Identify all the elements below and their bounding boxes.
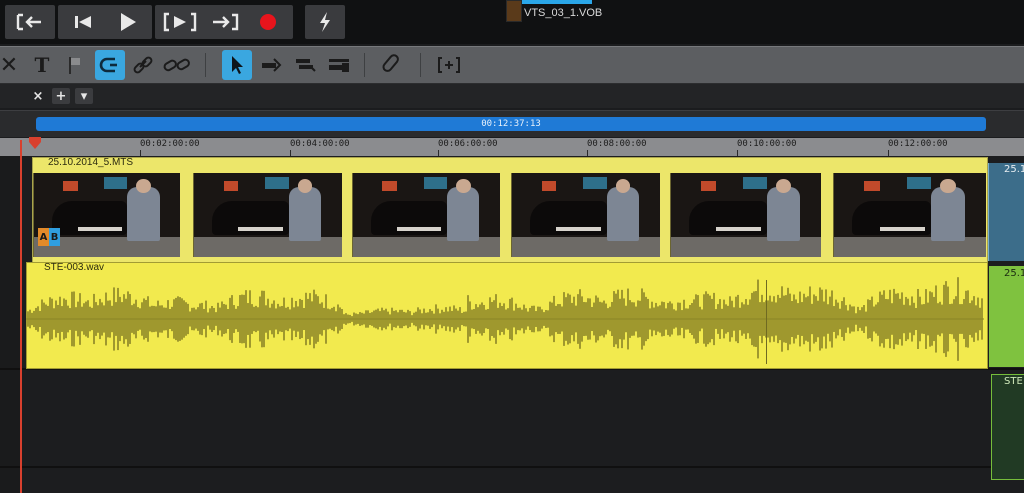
ruler-label: 00:10:00:00 (737, 139, 797, 149)
file-progress-bar (522, 0, 592, 4)
unlink-icon (163, 58, 190, 72)
lightning-icon (320, 12, 330, 32)
paperclip-icon (382, 54, 399, 72)
plus-icon: + (55, 88, 67, 104)
title-tool-button[interactable]: T (27, 50, 57, 80)
ripple-icon (99, 57, 117, 73)
slip-tool-button[interactable] (324, 50, 354, 80)
cursor-arrow-icon (232, 56, 243, 74)
close-icon: ✕ (0, 52, 19, 78)
razor-icon (296, 59, 316, 72)
ruler-label: 00:06:00:00 (438, 139, 498, 149)
play-range-icon (163, 12, 197, 32)
slip-icon (329, 59, 349, 72)
delete-tool-button[interactable]: ✕ (0, 50, 24, 80)
track-divider (0, 466, 1024, 468)
next-video-clip[interactable] (988, 163, 1024, 261)
audio-waveform (26, 277, 984, 361)
playhead-line[interactable] (20, 140, 22, 493)
playhead-handle-icon[interactable] (28, 136, 42, 150)
play-range-button[interactable] (155, 5, 205, 39)
toolbar-divider (205, 53, 206, 77)
skip-back-icon (75, 16, 91, 28)
next-audio-clip-2[interactable] (991, 374, 1024, 480)
play-button[interactable] (102, 5, 152, 39)
track-header-column (0, 156, 22, 493)
ruler-label: 00:02:00:00 (140, 139, 200, 149)
unlink-tool-button[interactable] (160, 50, 194, 80)
badge-b: B (49, 228, 60, 246)
marker-tool-button[interactable] (60, 50, 90, 80)
ab-badge: A B (38, 228, 60, 246)
trim-tool-button[interactable] (256, 50, 286, 80)
video-thumbnail (670, 173, 821, 257)
go-to-end-icon (213, 13, 239, 31)
ruler-label: 00:08:00:00 (587, 139, 647, 149)
video-clip-name: 25.10.2014_5.MTS (48, 157, 134, 168)
add-marker-tool-button[interactable] (434, 50, 464, 80)
flag-icon (69, 57, 80, 74)
tab-menu-button[interactable]: ▾ (75, 88, 93, 104)
link-icon (133, 56, 153, 74)
ruler-label: 00:04:00:00 (290, 139, 350, 149)
previous-marker-button[interactable] (58, 5, 108, 39)
link-tool-button[interactable] (128, 50, 158, 80)
trim-icon (262, 58, 282, 72)
close-tab-button[interactable]: × (30, 88, 46, 104)
render-button[interactable] (305, 5, 345, 39)
select-tool-button[interactable] (222, 50, 252, 80)
close-icon: × (32, 88, 44, 104)
range-duration: 00:12:37:13 (481, 119, 541, 129)
toolbar-divider (420, 53, 421, 77)
video-thumbnail (511, 173, 660, 257)
next-video-clip-name: 25.1 (1004, 164, 1024, 175)
badge-a: A (38, 228, 49, 246)
video-thumbnail (193, 173, 342, 257)
current-file-name: VTS_03_1.VOB (524, 7, 603, 19)
film-thumbnail-icon (506, 0, 522, 22)
video-thumbnail (352, 173, 500, 257)
chevron-down-icon: ▾ (80, 88, 88, 104)
tool-bar: ✕ T (0, 46, 1024, 84)
video-thumbnail (833, 173, 986, 257)
go-to-start-icon (16, 13, 41, 31)
toolbar-divider (364, 53, 365, 77)
go-to-start-button[interactable] (5, 5, 55, 39)
record-icon (260, 14, 276, 30)
next-audio-clip-name: 25.1 (1004, 268, 1024, 279)
ripple-tool-button[interactable] (95, 50, 125, 80)
add-marker-icon (438, 57, 460, 73)
add-tab-button[interactable]: + (52, 88, 70, 104)
record-button[interactable] (243, 5, 293, 39)
attach-tool-button[interactable] (378, 50, 408, 80)
play-icon (121, 13, 136, 31)
audio-marker-line (766, 280, 767, 364)
razor-tool-button[interactable] (290, 50, 320, 80)
text-icon: T (34, 53, 50, 77)
next-audio-clip[interactable] (989, 266, 1024, 367)
next-audio-clip-2-name: STE (1004, 376, 1023, 387)
track-tab-strip: × + ▾ (0, 84, 1024, 108)
ruler-label: 00:12:00:00 (888, 139, 948, 149)
